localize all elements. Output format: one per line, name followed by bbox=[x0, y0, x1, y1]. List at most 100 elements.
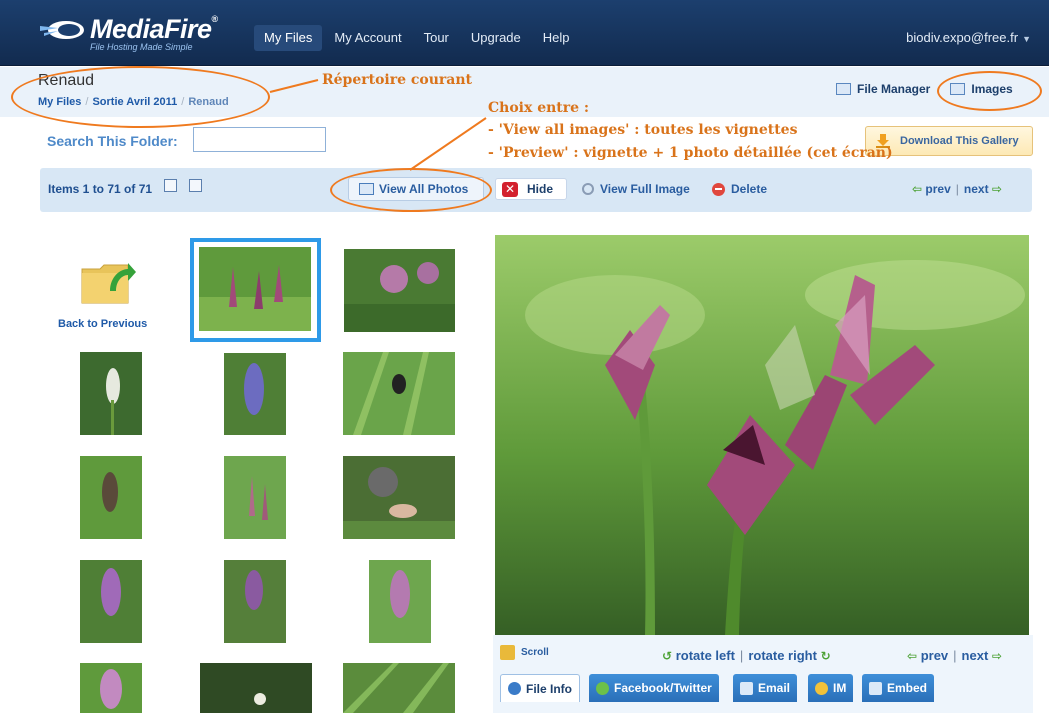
rotate-left-button[interactable]: rotate left bbox=[676, 648, 735, 663]
thumbnail-2[interactable] bbox=[344, 249, 455, 332]
nav-tour[interactable]: Tour bbox=[414, 25, 459, 51]
pager-separator: | bbox=[955, 182, 959, 196]
nav-help[interactable]: Help bbox=[533, 25, 580, 51]
main-nav: My Files My Account Tour Upgrade Help bbox=[254, 25, 582, 51]
logo-wordmark: MediaFire® bbox=[90, 14, 218, 44]
thumbnail-13[interactable] bbox=[200, 663, 312, 713]
view-full-label: View Full Image bbox=[600, 182, 690, 196]
toolbar-next[interactable]: next bbox=[964, 182, 989, 196]
images-label: Images bbox=[971, 82, 1013, 96]
search-label: Search This Folder: bbox=[47, 133, 178, 149]
folder-back-icon[interactable] bbox=[80, 255, 136, 307]
download-label: Download This Gallery bbox=[900, 135, 1019, 147]
tab-file-info-label: File Info bbox=[526, 681, 572, 696]
breadcrumb-sortie[interactable]: Sortie Avril 2011 bbox=[92, 96, 177, 108]
logo-tagline: File Hosting Made Simple bbox=[90, 42, 193, 52]
share-icon bbox=[596, 681, 609, 695]
pager-separator: | bbox=[953, 648, 957, 663]
scroll-icon bbox=[500, 645, 515, 660]
photos-icon bbox=[359, 183, 374, 195]
tab-im-label: IM bbox=[833, 681, 847, 695]
images-link[interactable]: Images bbox=[950, 82, 1013, 96]
file-manager-link[interactable]: File Manager bbox=[836, 82, 930, 96]
folder-title: Renaud bbox=[38, 72, 95, 89]
delete-icon bbox=[712, 182, 725, 196]
breadcrumb-renaud[interactable]: Renaud bbox=[188, 96, 228, 108]
prev-arrow-icon: ⇦ bbox=[907, 649, 918, 663]
thumbnail-8[interactable] bbox=[343, 456, 455, 539]
tab-file-info[interactable]: File Info bbox=[500, 674, 580, 702]
file-manager-label: File Manager bbox=[857, 82, 931, 96]
tab-email[interactable]: Email bbox=[733, 674, 798, 702]
tab-im[interactable]: IM bbox=[808, 674, 854, 702]
hide-label: Hide bbox=[527, 182, 554, 196]
rotate-left-icon: ↺ bbox=[662, 649, 673, 663]
rotate-separator: | bbox=[739, 648, 744, 663]
thumbnail-12[interactable] bbox=[80, 663, 142, 713]
toolbar-prev[interactable]: prev bbox=[925, 182, 950, 196]
prev-arrow-icon: ⇦ bbox=[912, 182, 923, 196]
preview-next[interactable]: next bbox=[962, 648, 989, 663]
hide-x-icon: ✕ bbox=[502, 181, 518, 197]
thumbnail-10[interactable] bbox=[224, 560, 286, 643]
rotate-right-button[interactable]: rotate right bbox=[748, 648, 817, 663]
tab-facebook-twitter[interactable]: Facebook/Twitter bbox=[589, 674, 719, 702]
thumbnail-6[interactable] bbox=[80, 456, 142, 539]
preview-prev[interactable]: prev bbox=[921, 648, 948, 663]
breadcrumb-my-files[interactable]: My Files bbox=[38, 96, 81, 108]
rotate-controls: ↺ rotate left | rotate right ↻ bbox=[662, 648, 831, 663]
scroll-label: Scroll bbox=[521, 647, 549, 658]
annotation-choice-title: Choix entre : bbox=[488, 100, 590, 116]
images-icon bbox=[950, 83, 966, 95]
toolbar-pager: ⇦ prev | next ⇨ bbox=[912, 182, 1002, 196]
embed-icon bbox=[869, 681, 882, 695]
thumbnail-14[interactable] bbox=[343, 663, 455, 713]
next-arrow-icon: ⇨ bbox=[991, 182, 1002, 196]
delete-button[interactable]: Delete bbox=[712, 182, 767, 196]
view-all-photos-button[interactable]: View All Photos bbox=[348, 177, 484, 201]
thumbnail-5[interactable] bbox=[343, 352, 455, 435]
thumbnail-3[interactable] bbox=[80, 352, 142, 435]
view-full-image-button[interactable]: View Full Image bbox=[582, 182, 690, 196]
tab-embed[interactable]: Embed bbox=[862, 674, 935, 702]
email-icon bbox=[740, 681, 753, 695]
view-switcher: File Manager Images bbox=[836, 82, 1033, 96]
next-arrow-icon: ⇨ bbox=[991, 649, 1002, 663]
preview-pager: ⇦ prev | next ⇨ bbox=[907, 648, 1002, 663]
thumbnail-9[interactable] bbox=[80, 560, 142, 643]
annotation-choice-preview: - 'Preview' : vignette + 1 photo détaill… bbox=[488, 145, 893, 161]
info-icon bbox=[508, 682, 521, 695]
delete-label: Delete bbox=[731, 182, 768, 196]
preview-image[interactable] bbox=[495, 235, 1029, 635]
user-menu[interactable]: biodiv.expo@free.fr ▼ bbox=[906, 30, 1031, 45]
thumbnail-11[interactable] bbox=[369, 560, 431, 643]
annotation-current-dir: Répertoire courant bbox=[322, 72, 473, 88]
breadcrumb-separator: / bbox=[181, 96, 185, 108]
items-count: Items 1 to 71 of 71 bbox=[48, 182, 153, 196]
scroll-toggle[interactable]: Scroll bbox=[500, 645, 549, 660]
top-navigation-bar: MediaFire® File Hosting Made Simple My F… bbox=[0, 0, 1049, 66]
annotation-choice-view-all: - 'View all images' : toutes les vignett… bbox=[488, 122, 798, 138]
small-thumbs-toggle[interactable] bbox=[164, 179, 177, 192]
thumbnail-7[interactable] bbox=[224, 456, 286, 539]
mediafire-logo[interactable]: MediaFire® File Hosting Made Simple bbox=[38, 12, 238, 56]
im-icon bbox=[815, 681, 828, 695]
breadcrumb: My Files / Sortie Avril 2011/Renaud bbox=[38, 96, 229, 108]
logo-swoosh-icon bbox=[40, 21, 84, 39]
thumbnail-4[interactable] bbox=[224, 353, 286, 435]
chevron-down-icon: ▼ bbox=[1022, 34, 1031, 44]
back-to-previous-link[interactable]: Back to Previous bbox=[58, 318, 147, 330]
rotate-right-icon: ↻ bbox=[820, 649, 831, 663]
nav-my-files[interactable]: My Files bbox=[254, 25, 323, 51]
hide-button[interactable]: ✕ Hide bbox=[495, 178, 567, 200]
nav-upgrade[interactable]: Upgrade bbox=[461, 25, 531, 51]
thumbnail-1[interactable] bbox=[199, 247, 311, 331]
search-input[interactable] bbox=[193, 127, 326, 152]
user-email: biodiv.expo@free.fr bbox=[906, 30, 1019, 45]
magnifier-icon bbox=[582, 183, 594, 195]
file-manager-icon bbox=[836, 83, 851, 95]
large-thumbs-toggle[interactable] bbox=[189, 179, 202, 192]
view-all-label: View All Photos bbox=[379, 182, 469, 196]
breadcrumb-separator: / bbox=[85, 96, 89, 108]
nav-my-account[interactable]: My Account bbox=[324, 25, 411, 51]
